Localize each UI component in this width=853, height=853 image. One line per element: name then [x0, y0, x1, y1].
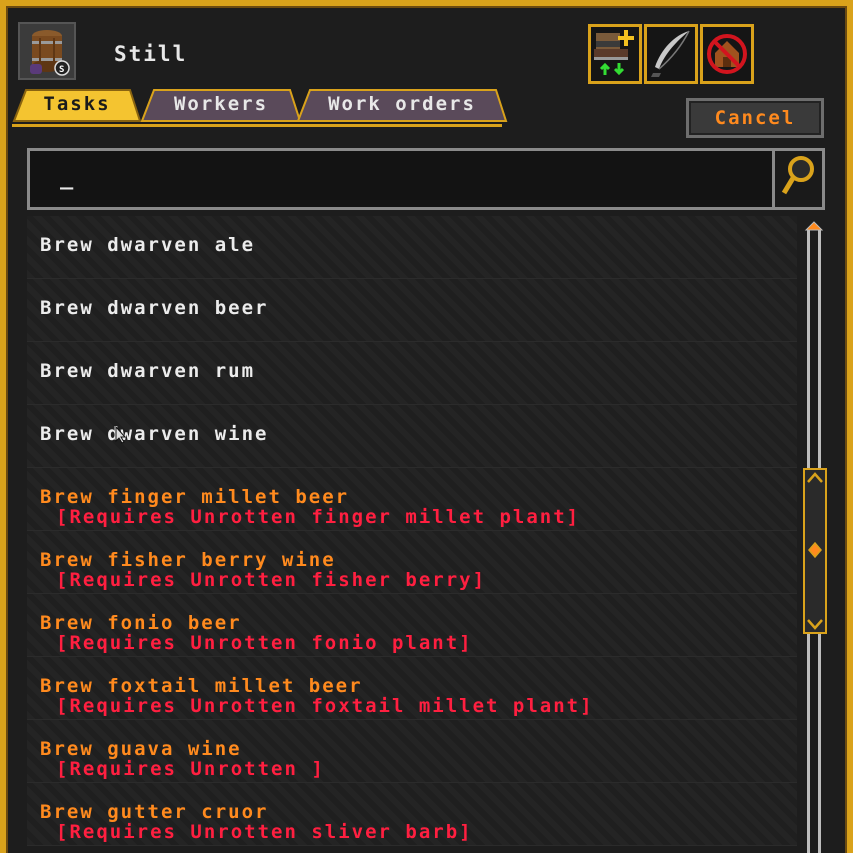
search-button[interactable]	[772, 151, 822, 207]
text-caret: _	[60, 165, 74, 190]
search-box: _	[27, 148, 825, 210]
search-input[interactable]	[30, 151, 770, 207]
task-name: Brew dwarven ale	[40, 234, 256, 256]
tab-tasks[interactable]: Tasks	[12, 88, 142, 122]
task-requirement: [Requires Unrotten finger millet plant]	[56, 506, 581, 528]
task-list: Brew dwarven ale Brew dwarven beer Brew dw…	[27, 216, 797, 853]
tab-tasks-label: Tasks	[43, 93, 111, 115]
task-requirement: [Requires Unrotten fisher berry]	[56, 569, 487, 591]
task-name: Brew fisher berry wine	[40, 549, 336, 571]
tab-work-orders-label: Work orders	[328, 93, 476, 115]
task-requirement: [Requires Unrotten foxtail millet plant]	[56, 695, 594, 717]
task-name: Brew gutter cruor	[40, 801, 269, 823]
feather-quill-icon	[651, 30, 690, 77]
task-name: Brew dwarven rum	[40, 360, 256, 382]
task-row[interactable]: Brew dwarven wine	[27, 405, 797, 468]
task-row[interactable]: Brew gutter cruor [Requires Unrotten sliv…	[27, 783, 797, 846]
svg-text:S: S	[59, 65, 64, 75]
task-requirement: [Requires Unrotten fonio plant]	[56, 632, 473, 654]
tab-bar: Tasks Workers Work orders	[12, 88, 512, 126]
scroll-up-arrow-icon[interactable]	[804, 220, 824, 232]
tab-workers[interactable]: Workers	[140, 88, 302, 122]
magnifier-icon	[781, 156, 814, 195]
scrollbar[interactable]	[801, 220, 827, 853]
task-name: Brew dwarven wine	[40, 423, 269, 445]
task-name: Brew foxtail millet beer	[40, 675, 363, 697]
task-row[interactable]: Brew fonio beer [Requires Unrotten fonio …	[27, 594, 797, 657]
add-workshop-icon	[594, 30, 634, 76]
no-house-icon	[707, 34, 747, 74]
tab-work-orders[interactable]: Work orders	[296, 88, 508, 122]
task-requirement: [Requires Unrotten ]	[56, 758, 325, 780]
task-row[interactable]: Brew foxtail millet beer [Requires Unrott…	[27, 657, 797, 720]
no-house-button[interactable]	[700, 24, 754, 84]
task-name: Brew dwarven beer	[40, 297, 269, 319]
task-row[interactable]: Brew dwarven ale	[27, 216, 797, 279]
cancel-button[interactable]: Cancel	[686, 98, 824, 138]
tab-underline	[12, 124, 502, 127]
feather-button[interactable]	[644, 24, 698, 84]
workshop-window: S Still Tasks Workers Work orders Cancel…	[0, 0, 853, 853]
task-row[interactable]: Brew fisher berry wine [Requires Unrotten…	[27, 531, 797, 594]
task-name: Brew guava wine	[40, 738, 242, 760]
task-row[interactable]: Brew guava wine [Requires Unrotten ]	[27, 720, 797, 783]
task-requirement: [Requires Unrotten sliver barb]	[56, 821, 473, 843]
task-row[interactable]: Brew dwarven beer	[27, 279, 797, 342]
task-row[interactable]: Brew dwarven rum	[27, 342, 797, 405]
mouse-cursor-icon	[115, 426, 127, 444]
barrel-icon: S	[18, 22, 76, 80]
scroll-thumb[interactable]	[803, 468, 827, 634]
tab-workers-label: Workers	[173, 93, 269, 115]
add-workshop-button[interactable]	[588, 24, 642, 84]
task-name: Brew fonio beer	[40, 612, 242, 634]
task-row[interactable]: Brew finger millet beer [Requires Unrotte…	[27, 468, 797, 531]
task-name: Brew finger millet beer	[40, 486, 350, 508]
workshop-title: Still	[114, 42, 188, 66]
